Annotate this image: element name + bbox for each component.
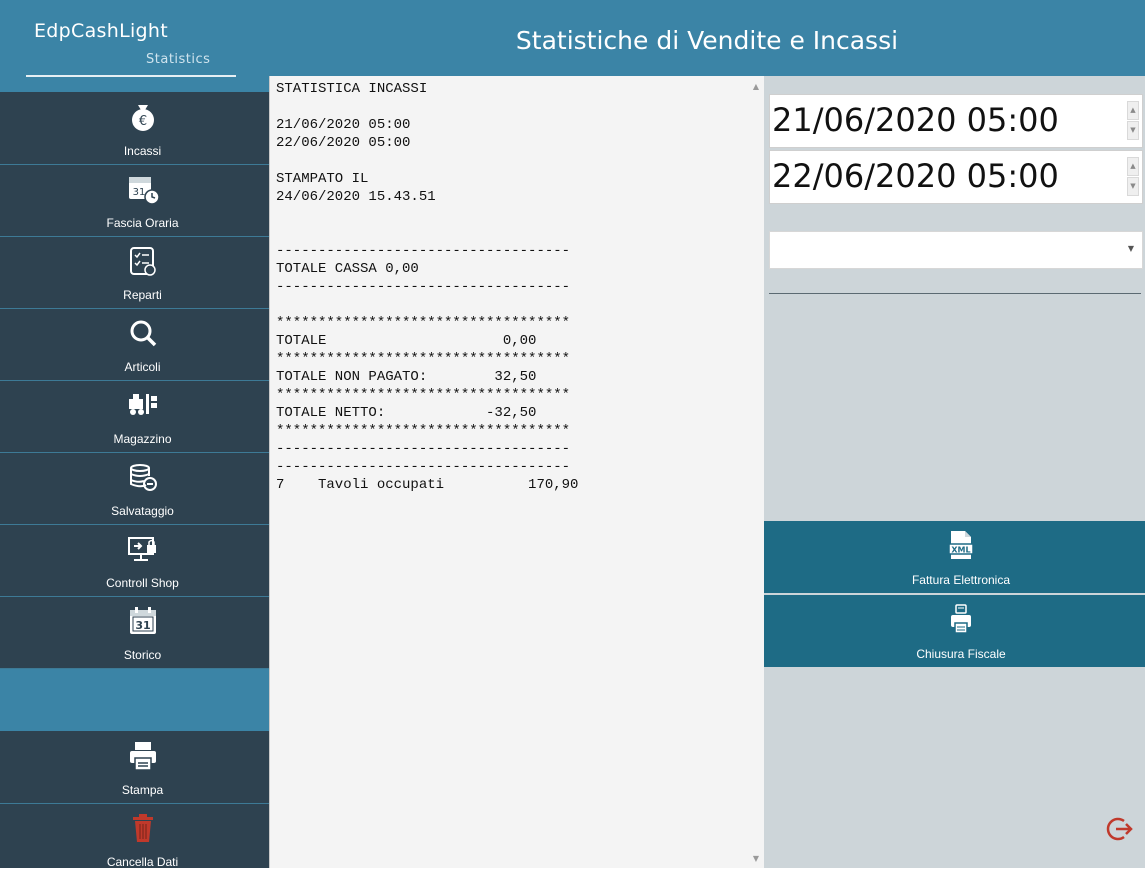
euro-bag-icon: € <box>0 100 285 138</box>
date-to-field[interactable]: 22/06/2020 05:00 ▲ ▼ <box>769 150 1143 204</box>
report-text: STATISTICA INCASSI 21/06/2020 05:00 22/0… <box>276 81 579 493</box>
date-from-field[interactable]: 21/06/2020 05:00 ▲ ▼ <box>769 94 1143 148</box>
app-name: EdpCashLight <box>34 20 168 42</box>
monitor-lock-icon <box>0 532 285 570</box>
date-to-value: 22/06/2020 05:00 <box>772 157 1059 195</box>
filter-dropdown[interactable]: ▼ <box>769 231 1143 269</box>
scroll-down-arrow-icon[interactable]: ▼ <box>751 854 761 863</box>
svg-text:€: € <box>138 114 146 129</box>
spin-up-icon[interactable]: ▲ <box>1127 157 1139 176</box>
sidebar-item-reparti[interactable]: Reparti <box>0 236 269 309</box>
sidebar-item-incassi[interactable]: € Incassi <box>0 92 269 165</box>
sidebar-item-storico[interactable]: 31 Storico <box>0 596 269 669</box>
sidebar-item-stampa[interactable]: Stampa <box>0 731 269 804</box>
sidebar-item-label: Stampa <box>121 783 164 797</box>
sidebar-item-label: Reparti <box>123 288 162 302</box>
svg-text:31: 31 <box>135 619 150 632</box>
forklift-warehouse-icon <box>0 388 285 426</box>
sidebar-item-fascia-oraria[interactable]: 31 Fascia Oraria <box>0 164 269 237</box>
sidebar-item-label: Incassi <box>123 144 162 158</box>
checklist-icon <box>0 244 285 282</box>
action-label: Chiusura Fiscale <box>916 647 1006 661</box>
sidebar-item-salvataggio[interactable]: Salvataggio <box>0 452 269 525</box>
sidebar: € Incassi 31 Fascia Oraria Reparti Artic… <box>0 92 269 869</box>
spin-up-icon[interactable]: ▲ <box>1127 101 1139 120</box>
report-panel[interactable]: STATISTICA INCASSI 21/06/2020 05:00 22/0… <box>269 76 765 868</box>
filter-panel: 21/06/2020 05:00 ▲ ▼ 22/06/2020 05:00 ▲ … <box>764 76 1145 868</box>
sidebar-item-label: Controll Shop <box>106 576 179 590</box>
divider <box>769 293 1141 294</box>
svg-text:31: 31 <box>132 187 145 198</box>
date-from-value: 21/06/2020 05:00 <box>772 101 1059 139</box>
sidebar-item-articoli[interactable]: Articoli <box>0 308 269 381</box>
svg-text:XML: XML <box>951 546 970 555</box>
sidebar-spacer <box>0 669 269 731</box>
fattura-elettronica-button[interactable]: XML Fattura Elettronica <box>764 521 1145 593</box>
printer-icon <box>0 739 285 777</box>
sidebar-item-label: Magazzino <box>113 432 172 446</box>
spin-down-icon[interactable]: ▼ <box>1127 121 1139 140</box>
scroll-up-arrow-icon[interactable]: ▲ <box>751 82 761 91</box>
sidebar-item-magazzino[interactable]: Magazzino <box>0 380 269 453</box>
calendar-clock-icon: 31 <box>0 172 285 210</box>
spin-down-icon[interactable]: ▼ <box>1127 177 1139 196</box>
sidebar-item-label: Fascia Oraria <box>106 216 179 230</box>
app-logo: EdpCashLight Statistics <box>0 0 269 92</box>
page-title: Statistiche di Vendite e Incassi <box>515 26 899 55</box>
calendar-31-icon: 31 <box>0 604 285 642</box>
sidebar-item-label: Storico <box>123 648 162 662</box>
sidebar-item-label: Salvataggio <box>111 504 174 518</box>
action-label: Fattura Elettronica <box>911 573 1011 587</box>
sidebar-item-label: Cancella Dati <box>106 855 179 869</box>
chiusura-fiscale-button[interactable]: Chiusura Fiscale <box>764 595 1145 667</box>
database-save-icon <box>0 460 285 498</box>
sidebar-item-label: Articoli <box>124 360 161 374</box>
header-bar: Statistiche di Vendite e Incassi <box>269 0 1145 76</box>
sidebar-item-controll-shop[interactable]: Controll Shop <box>0 524 269 597</box>
logo-divider <box>26 75 236 77</box>
chevron-down-icon: ▼ <box>1127 244 1134 253</box>
exit-icon[interactable] <box>1104 814 1134 844</box>
xml-file-icon: XML <box>764 529 1145 565</box>
trash-icon <box>0 811 285 849</box>
app-subtitle: Statistics <box>146 52 211 67</box>
fiscal-printer-icon <box>764 603 1145 639</box>
search-icon <box>0 316 285 354</box>
sidebar-item-cancella-dati[interactable]: Cancella Dati <box>0 803 269 875</box>
